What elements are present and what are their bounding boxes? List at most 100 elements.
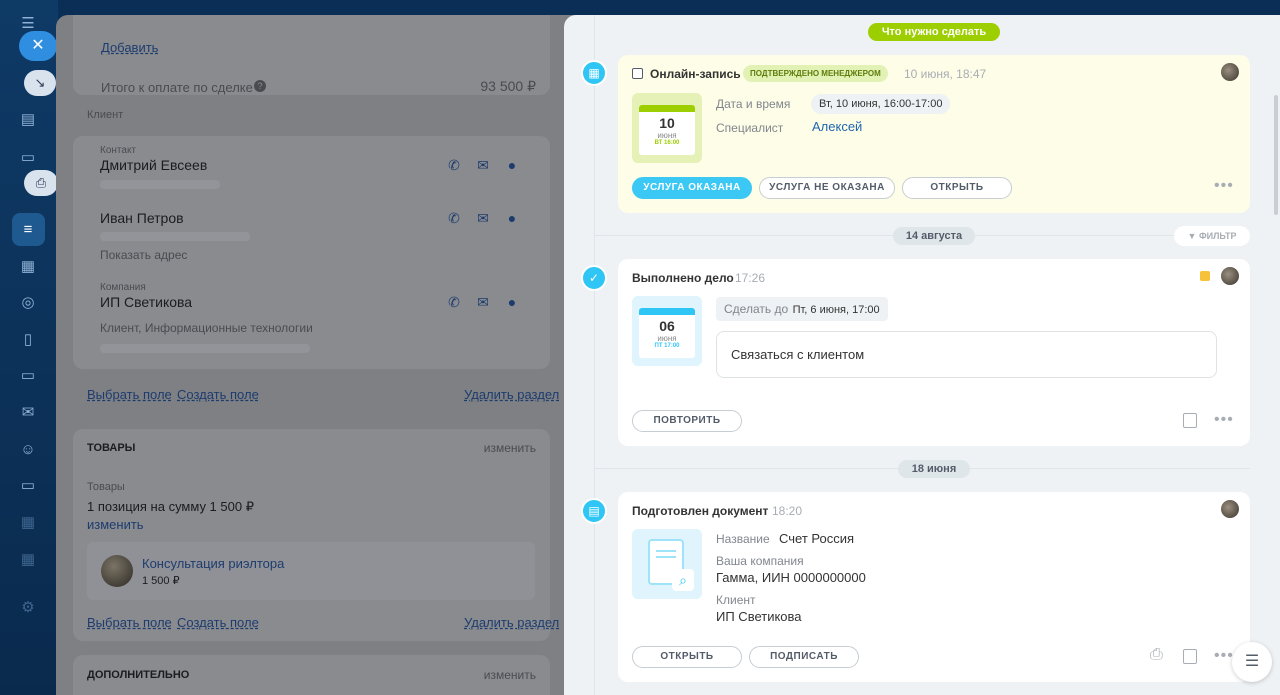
delete-section-link[interactable]: Удалить раздел [464, 615, 559, 630]
service-not-done-button[interactable]: УСЛУГА НЕ ОКАЗАНА [759, 177, 895, 199]
list-menu-button[interactable]: ☰ [1232, 642, 1272, 682]
delete-section-link[interactable]: Удалить раздел [464, 387, 559, 402]
doc-company-value: Гамма, ИИН 0000000000 [716, 570, 866, 585]
booking-checkbox[interactable] [632, 68, 643, 79]
mail-icon[interactable]: ✉ [18, 403, 38, 423]
doc-name-label: Название [716, 532, 770, 546]
booking-card: Онлайн-запись ПОДТВЕРЖДЕНО МЕНЕДЖЕРОМ 10… [618, 55, 1250, 213]
timeline-line [594, 15, 595, 695]
booking-icon: ▦ [581, 60, 607, 86]
product-row[interactable]: Консультация риэлтора 1 500 ₽ [87, 542, 535, 600]
additional-card: ДОПОЛНИТЕЛЬНО изменить [73, 655, 550, 695]
company-description: Клиент, Информационные технологии [100, 321, 313, 335]
phone-icon[interactable]: ✆ [446, 210, 462, 226]
products-edit-link[interactable]: изменить [484, 441, 536, 455]
deadline-chip: Сделать до Пт, 6 июня, 17:00 [716, 297, 888, 321]
task-card: Выполнено дело 17:26 06 июня ПТ 17:00 Сд… [618, 259, 1250, 446]
open-document-button[interactable]: ОТКРЫТЬ [632, 646, 742, 668]
task-calendar-tile: 06 июня ПТ 17:00 [632, 296, 702, 366]
client-card: Контакт Дмитрий Евсеев ✆ ✉ ● Иван Петров… [73, 136, 550, 369]
chat-icon[interactable]: ▭ [18, 148, 38, 168]
add-link[interactable]: Добавить [101, 40, 158, 55]
additional-title: ДОПОЛНИТЕЛЬНО [87, 669, 190, 681]
todo-badge: Что нужно сделать [868, 23, 1000, 41]
create-field-link[interactable]: Создать поле [177, 387, 259, 402]
company-details-blur [100, 344, 310, 353]
tasks-icon[interactable]: ▤ [18, 110, 38, 130]
task-description: Связаться с клиентом [716, 331, 1217, 378]
chat-icon[interactable]: ● [504, 157, 520, 173]
products-summary: 1 позиция на сумму 1 500 ₽ [87, 499, 254, 514]
specialist-link[interactable]: Алексей [812, 119, 862, 134]
color-marker[interactable] [1200, 271, 1210, 281]
table-icon[interactable]: ▦ [18, 550, 38, 570]
filter-icon[interactable]: ≡ [18, 220, 38, 240]
help-icon[interactable]: ? [254, 80, 266, 92]
specialist-label: Специалист [716, 121, 784, 135]
show-address-link[interactable]: Показать адрес [100, 248, 187, 262]
more-icon[interactable]: ••• [1214, 177, 1234, 195]
company-label: Компания [100, 282, 146, 293]
cal-time: ВТ 16:00 [654, 140, 680, 146]
select-field-link[interactable]: Выбрать поле [87, 387, 172, 402]
more-icon[interactable]: ••• [1214, 647, 1234, 665]
products-label: Товары [87, 481, 125, 493]
mail-icon[interactable]: ✉ [475, 294, 491, 310]
sign-document-button[interactable]: ПОДПИСАТЬ [749, 646, 859, 668]
product-price: 1 500 ₽ [142, 575, 180, 587]
booking-time: 10 июня, 18:47 [904, 67, 987, 81]
company-name[interactable]: ИП Светикова [100, 294, 192, 310]
calendar-icon: 06 июня ПТ 17:00 [639, 308, 695, 358]
scrollbar[interactable] [1274, 95, 1278, 215]
doc-client-value: ИП Светикова [716, 609, 802, 624]
avatar[interactable] [1221, 63, 1239, 81]
minimize-arrow-icon[interactable]: ↘ [24, 70, 56, 96]
cart-icon[interactable]: ▭ [18, 366, 38, 386]
more-icon[interactable]: ••• [1214, 411, 1234, 429]
note-icon[interactable] [1183, 413, 1197, 428]
contacts-icon[interactable]: ☺ [18, 440, 38, 460]
booking-calendar-tile: 10 июня ВТ 16:00 [632, 93, 702, 163]
cal-month: июня [657, 334, 677, 343]
service-done-button[interactable]: УСЛУГА ОКАЗАНА [632, 177, 752, 199]
filter-button[interactable]: ▼ ФИЛЬТР [1174, 226, 1250, 246]
document-icon[interactable]: ▯ [18, 330, 38, 350]
print-icon[interactable]: ⎙ [24, 170, 58, 196]
doc-company-label: Ваша компания [716, 554, 804, 568]
avatar[interactable] [1221, 500, 1239, 518]
create-field-link[interactable]: Создать поле [177, 615, 259, 630]
contact-label: Контакт [100, 145, 137, 156]
document-title: Подготовлен документ [632, 504, 769, 518]
mail-icon[interactable]: ✉ [475, 210, 491, 226]
phone-icon[interactable]: ✆ [446, 294, 462, 310]
settings-icon[interactable]: ⚙ [18, 598, 38, 618]
close-slider-button[interactable]: ✕ [19, 31, 57, 61]
contact2-name[interactable]: Иван Петров [100, 210, 184, 226]
robot-icon[interactable]: ◎ [18, 293, 38, 313]
grid-icon[interactable]: ▦ [18, 513, 38, 533]
task-title: Выполнено дело [632, 271, 734, 285]
repeat-button[interactable]: ПОВТОРИТЬ [632, 410, 742, 432]
mail-icon[interactable]: ✉ [475, 157, 491, 173]
open-booking-button[interactable]: ОТКРЫТЬ [902, 177, 1012, 199]
chat-icon[interactable]: ● [504, 210, 520, 226]
calendar-icon[interactable]: ▦ [18, 257, 38, 277]
additional-edit-link[interactable]: изменить [484, 668, 536, 682]
avatar[interactable] [1221, 267, 1239, 285]
print-icon[interactable]: ⎙ [1150, 646, 1163, 664]
filter-icon: ▼ [1187, 231, 1199, 241]
products-change-link[interactable]: изменить [87, 517, 144, 532]
chat-icon[interactable]: ● [504, 294, 520, 310]
document-preview-tile: ⌕ [632, 529, 702, 599]
product-name[interactable]: Консультация риэлтора [142, 556, 284, 571]
cal-time: ПТ 17:00 [654, 343, 680, 349]
contact2-phone-blur [100, 232, 250, 241]
monitor-icon[interactable]: ▭ [18, 476, 38, 496]
search-icon: ⌕ [672, 569, 694, 591]
phone-icon[interactable]: ✆ [446, 157, 462, 173]
deal-details-panel: Добавить Итого к оплате по сделке ? 93 5… [56, 15, 576, 695]
contact1-name[interactable]: Дмитрий Евсеев [100, 157, 207, 173]
note-icon[interactable] [1183, 649, 1197, 664]
deadline-label: Сделать до [724, 302, 789, 316]
select-field-link[interactable]: Выбрать поле [87, 615, 172, 630]
